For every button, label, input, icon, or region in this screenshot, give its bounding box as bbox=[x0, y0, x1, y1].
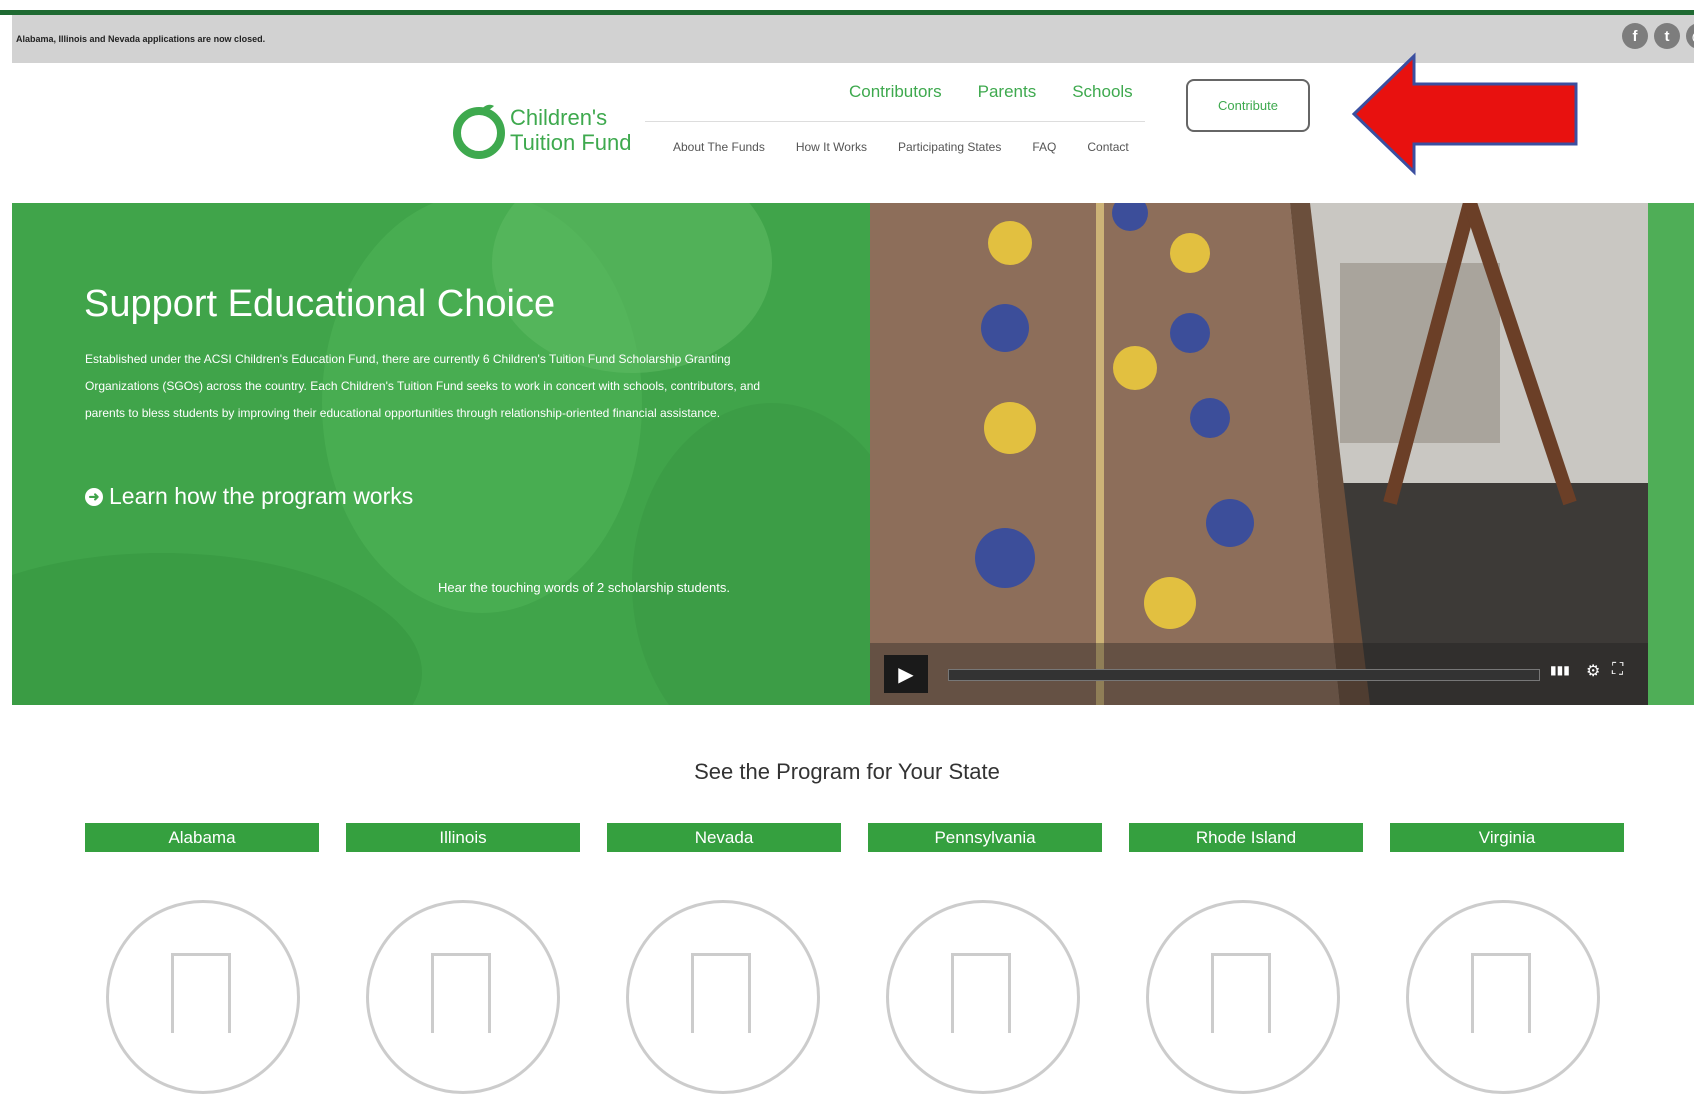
red-arrow-annotation bbox=[1351, 52, 1578, 176]
play-button[interactable]: ▶ bbox=[884, 655, 928, 693]
video-thumbnail bbox=[870, 203, 1648, 705]
learn-how-link[interactable]: ➜ Learn how the program works bbox=[85, 483, 413, 510]
nav-contact[interactable]: Contact bbox=[1087, 140, 1128, 154]
hero-description: Established under the ACSI Children's Ed… bbox=[85, 352, 761, 420]
nav-schools[interactable]: Schools bbox=[1072, 82, 1132, 102]
email-icon[interactable]: @ bbox=[1686, 23, 1694, 49]
hero-next-slide-edge bbox=[1648, 203, 1694, 705]
nav-contributors[interactable]: Contributors bbox=[849, 82, 942, 102]
state-button-pennsylvania[interactable]: Pennsylvania bbox=[868, 823, 1102, 852]
learn-how-link-label: Learn how the program works bbox=[109, 483, 414, 509]
state-buttons: Alabama Illinois Nevada Pennsylvania Rho… bbox=[85, 823, 1624, 852]
nav-about-the-funds[interactable]: About The Funds bbox=[673, 140, 765, 154]
nevada-map-icon[interactable] bbox=[626, 900, 820, 1094]
logo-line-1: Children's bbox=[510, 105, 608, 130]
pennsylvania-map-icon[interactable] bbox=[886, 900, 1080, 1094]
fullscreen-icon[interactable]: ⛶ bbox=[1612, 661, 1623, 679]
nav-participating-states[interactable]: Participating States bbox=[898, 140, 1001, 154]
logo-line-2: Tuition Fund bbox=[510, 130, 632, 155]
nav-parents[interactable]: Parents bbox=[978, 82, 1037, 102]
state-button-illinois[interactable]: Illinois bbox=[346, 823, 580, 852]
state-button-alabama[interactable]: Alabama bbox=[85, 823, 319, 852]
state-button-rhode-island[interactable]: Rhode Island bbox=[1129, 823, 1363, 852]
primary-nav: Contributors Parents Schools bbox=[849, 82, 1133, 102]
illinois-map-icon[interactable] bbox=[366, 900, 560, 1094]
announcement-text: Alabama, Illinois and Nevada application… bbox=[16, 34, 266, 44]
hero-banner: Support Educational Choice Established u… bbox=[12, 203, 1694, 705]
logo-apple-icon bbox=[453, 104, 505, 159]
state-map-icons bbox=[106, 900, 1600, 1094]
twitter-icon[interactable]: t bbox=[1654, 23, 1680, 49]
hero-title: Support Educational Choice bbox=[84, 283, 556, 325]
volume-icon[interactable]: ▮▮▮ bbox=[1550, 663, 1570, 677]
nav-divider bbox=[645, 121, 1145, 122]
state-section-heading: See the Program for Your State bbox=[694, 759, 1000, 784]
nav-faq[interactable]: FAQ bbox=[1032, 140, 1056, 154]
social-links: f t @ bbox=[1622, 23, 1694, 49]
state-button-nevada[interactable]: Nevada bbox=[607, 823, 841, 852]
virginia-map-icon[interactable] bbox=[1406, 900, 1600, 1094]
secondary-nav: About The Funds How It Works Participati… bbox=[673, 140, 1129, 154]
site-logo[interactable]: Children's Tuition Fund bbox=[452, 100, 631, 160]
video-caption: Hear the touching words of 2 scholarship… bbox=[438, 580, 730, 595]
settings-gear-icon[interactable]: ⚙ bbox=[1586, 661, 1600, 681]
facebook-icon[interactable]: f bbox=[1622, 23, 1648, 49]
contribute-button[interactable]: Contribute bbox=[1186, 79, 1310, 132]
state-button-virginia[interactable]: Virginia bbox=[1390, 823, 1624, 852]
rhode-island-map-icon[interactable] bbox=[1146, 900, 1340, 1094]
arrow-circle-right-icon: ➜ bbox=[85, 487, 103, 506]
nav-how-it-works[interactable]: How It Works bbox=[796, 140, 867, 154]
video-player[interactable]: ▶ ▮▮▮ ⚙ ⛶ bbox=[870, 203, 1648, 705]
hero-background-photo bbox=[12, 203, 882, 705]
alabama-map-icon[interactable] bbox=[106, 900, 300, 1094]
video-progress-bar[interactable] bbox=[948, 669, 1540, 681]
